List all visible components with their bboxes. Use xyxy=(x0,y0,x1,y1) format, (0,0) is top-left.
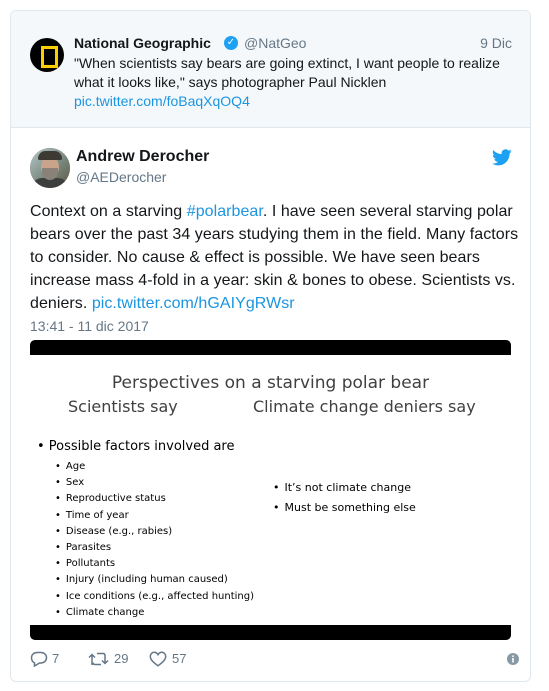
factor-item: Reproductive status xyxy=(55,491,254,507)
quoted-tweet[interactable]: National Geographic ✓ @NatGeo 9 Dic "Whe… xyxy=(11,11,530,128)
reply-button[interactable]: 7 xyxy=(30,649,70,669)
retweet-icon xyxy=(88,652,109,666)
quoted-tweet-date[interactable]: 9 Dic xyxy=(480,35,512,51)
info-icon[interactable] xyxy=(506,652,520,666)
factor-item: Disease (e.g., rabies) xyxy=(55,524,254,540)
factor-item: Age xyxy=(55,459,254,475)
factor-list: Age Sex Reproductive status Time of year… xyxy=(55,459,254,621)
retweet-count: 29 xyxy=(114,651,129,666)
slide-heading-deniers: Climate change deniers say xyxy=(253,397,476,416)
author-name[interactable]: Andrew Derocher xyxy=(76,148,209,166)
hashtag-link[interactable]: #polarbear xyxy=(187,203,263,220)
quoted-tweet-text: "When scientists say bears are going ext… xyxy=(74,55,500,90)
media-letterbox-bottom xyxy=(30,625,511,640)
author-handle[interactable]: @AEDerocher xyxy=(76,169,166,185)
tweet-media-image[interactable]: Perspectives on a starving polar bear Sc… xyxy=(30,340,511,644)
denier-list: It’s not climate change Must be somethin… xyxy=(273,478,416,518)
factor-item: Injury (including human caused) xyxy=(55,572,254,588)
factor-item: Parasites xyxy=(55,540,254,556)
like-count: 57 xyxy=(172,651,187,666)
retweet-button[interactable]: 29 xyxy=(88,649,138,669)
natgeo-avatar[interactable] xyxy=(30,38,64,72)
factor-item: Ice conditions (e.g., affected hunting) xyxy=(55,589,254,605)
tweet-actions: 7 29 57 xyxy=(30,649,520,669)
tweet-timestamp[interactable]: 13:41 - 11 dic 2017 xyxy=(30,318,149,334)
slide-title: Perspectives on a starving polar bear xyxy=(111,373,430,393)
author-avatar[interactable] xyxy=(30,148,70,188)
like-button[interactable]: 57 xyxy=(149,649,199,669)
heart-icon xyxy=(149,651,167,667)
denier-item: Must be something else xyxy=(273,498,416,518)
slide-heading-scientists: Scientists say xyxy=(68,397,178,416)
slide-lead-bullet: • Possible factors involved are xyxy=(37,439,235,454)
reply-icon xyxy=(30,651,48,667)
quoted-author-name[interactable]: National Geographic xyxy=(74,35,211,51)
natgeo-logo-frame xyxy=(41,46,58,68)
twitter-bird-icon[interactable] xyxy=(492,149,512,166)
reply-count: 7 xyxy=(52,651,60,666)
factor-item: Sex xyxy=(55,475,254,491)
denier-item: It’s not climate change xyxy=(273,478,416,498)
quoted-tweet-link[interactable]: pic.twitter.com/foBaqXqOQ4 xyxy=(74,93,250,109)
verified-badge-icon: ✓ xyxy=(224,36,238,50)
tweet-card: National Geographic ✓ @NatGeo 9 Dic "Whe… xyxy=(10,10,531,682)
factor-item: Time of year xyxy=(55,508,254,524)
tweet-media-link[interactable]: pic.twitter.com/hGAIYgRWsr xyxy=(92,295,295,312)
factor-item: Climate change xyxy=(55,605,254,621)
tweet-text-intro: Context on a starving xyxy=(30,203,187,220)
quoted-author-handle[interactable]: @NatGeo xyxy=(244,35,306,51)
media-letterbox-top xyxy=(30,340,511,355)
factor-item: Pollutants xyxy=(55,556,254,572)
tweet-text: Context on a starving #polarbear. I have… xyxy=(30,200,520,315)
